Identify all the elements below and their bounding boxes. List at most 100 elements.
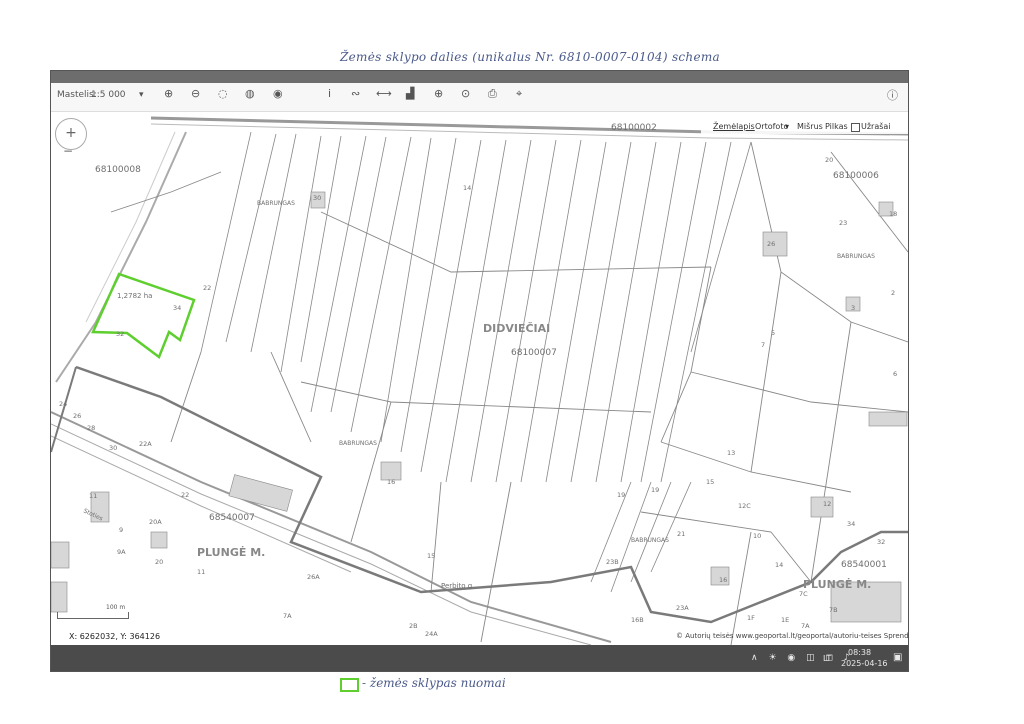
label-68100008: 68100008: [95, 165, 141, 175]
parcel-7A: 7A: [801, 622, 810, 630]
label-68540001: 68540001: [841, 560, 887, 570]
window-top-bar: [51, 71, 908, 83]
parcel-13: 13: [727, 449, 735, 457]
parcel-19b: 19: [651, 486, 659, 494]
label-babrungas-2: BABRUNGAS: [339, 440, 377, 447]
chart-icon[interactable]: ▟: [406, 87, 414, 100]
parcel-18: 18: [889, 210, 897, 218]
copyright-text[interactable]: © Autorių teisės www.geoportal.lt/geopor…: [676, 632, 908, 640]
parcel-7C: 7C: [799, 590, 808, 598]
parcel-1E: 1E: [781, 616, 789, 624]
label-babrungas-4: BABRUNGAS: [631, 537, 669, 544]
print-icon[interactable]: ⊙: [461, 87, 470, 100]
parcel-28: 28: [87, 424, 95, 432]
label-68100002: 68100002: [611, 123, 657, 133]
layer-zemelapis[interactable]: Žemėlapis: [713, 122, 755, 131]
map-toolbar: Mastelis: 1:5 000 ▾ ⊕ ⊖ ◌ ◍ ◉ ⅰ ∾ ⟷ ▟ ⊕ …: [51, 83, 908, 112]
parcel-7B: 7B: [829, 606, 838, 614]
chevron-down-icon[interactable]: ▾: [139, 90, 144, 100]
legend-swatch: [340, 678, 359, 692]
parcel-6: 6: [893, 370, 897, 378]
parcel-12C: 12C: [738, 502, 751, 510]
parcel-32: 32: [116, 330, 124, 338]
scalebar-label: 100 m: [106, 604, 126, 611]
layer-pilkas[interactable]: Pilkas: [825, 122, 848, 131]
parcel-1F: 1F: [747, 614, 755, 622]
clock-time[interactable]: 08:38: [848, 648, 871, 657]
plus-icon[interactable]: ⊕: [434, 87, 443, 100]
parcel-7Ab: 7A: [283, 612, 292, 620]
parcel-11: 11: [89, 492, 97, 500]
zoom-out-control[interactable]: −: [63, 144, 73, 158]
parcel-30b: 30: [109, 444, 117, 452]
scale-select[interactable]: 1:5 000: [91, 90, 126, 100]
parcel-26: 26: [767, 240, 775, 248]
layer-ortofoto[interactable]: Ortofoto: [755, 122, 788, 131]
chevron-down-icon[interactable]: ▾: [785, 122, 789, 131]
clock-date[interactable]: 2025-04-16: [841, 659, 888, 668]
info-icon[interactable]: ⅰ: [328, 87, 331, 100]
notification-icon[interactable]: ▣: [893, 652, 902, 663]
globe-icon[interactable]: ◌: [218, 87, 228, 100]
zoom-out-icon[interactable]: ⊖: [191, 87, 200, 100]
label-didvieciai: DIDVIEČIAI: [483, 322, 550, 335]
layer-switcher: Žemėlapis Ortofoto ▾ Mišrus Pilkas Užraš…: [701, 118, 908, 134]
parcel-21: 21: [677, 530, 685, 538]
link-icon[interactable]: ∾: [351, 87, 360, 100]
printer-icon[interactable]: ⎙: [488, 87, 497, 101]
parcel-34: 34: [173, 304, 181, 312]
parcel-16B: 16B: [631, 616, 644, 624]
label-68100006: 68100006: [833, 171, 879, 181]
parcel-5: 5: [771, 329, 775, 337]
zoom-in-icon[interactable]: ⊕: [164, 87, 173, 100]
taskbar: ∧ ☀ ◉ ◫ ◻ ♪ LT 08:38 2025-04-16 ▣: [51, 645, 908, 671]
cadastral-map: 68100008 68100002 68100006 68100007 6854…: [51, 112, 908, 646]
parcel-34b: 34: [847, 520, 855, 528]
parcel-20A: 20A: [149, 518, 162, 526]
parcel-7: 7: [761, 341, 765, 349]
parcel-22A: 22A: [139, 440, 152, 448]
parcel-15: 15: [706, 478, 714, 486]
label-babrungas-1: BABRUNGAS: [257, 200, 295, 207]
tray-icons[interactable]: ∧ ☀ ◉ ◫ ◻ ♪: [751, 653, 854, 663]
parcel-2B: 2B: [409, 622, 418, 630]
parcel-30: 30: [313, 194, 321, 202]
parcel-9A: 9A: [117, 548, 126, 556]
parcel-15b: 15: [427, 552, 435, 560]
label-plunge-right: PLUNGĖ M.: [803, 577, 871, 591]
coordinate-readout: X: 6262032, Y: 364126: [69, 632, 161, 641]
label-68540007: 68540007: [209, 513, 255, 523]
parcel-20: 20: [825, 156, 833, 164]
parcel-11b: 11: [197, 568, 205, 576]
parcel-24: 24: [59, 400, 67, 408]
parcel-16c: 16: [387, 478, 395, 486]
geoportal-window: Mastelis: 1:5 000 ▾ ⊕ ⊖ ◌ ◍ ◉ ⅰ ∾ ⟷ ▟ ⊕ …: [50, 70, 909, 672]
map-canvas[interactable]: 68100008 68100002 68100006 68100007 6854…: [51, 112, 908, 646]
parcel-14: 14: [463, 184, 471, 192]
parcel-3: 3: [851, 304, 855, 312]
layer-misrus[interactable]: Mišrus: [797, 122, 823, 131]
parcel-2: 2: [891, 289, 895, 297]
layers-icon[interactable]: ◍: [245, 87, 255, 100]
label-plunge-left: PLUNGĖ M.: [197, 545, 265, 559]
parcel-32b: 32: [877, 538, 885, 546]
parcel-19: 19: [617, 491, 625, 499]
scalebar: 100 m: [57, 604, 129, 619]
info-circle-icon[interactable]: ⓘ: [887, 87, 898, 103]
label-68100007: 68100007: [511, 348, 557, 358]
label-perbito-street: Perbito g.: [441, 582, 474, 590]
parcel-23: 23: [839, 219, 847, 227]
parcel-22: 22: [203, 284, 211, 292]
parcel-26A: 26A: [307, 573, 320, 581]
parcel-23B: 23B: [606, 558, 619, 566]
parcel-22b: 22: [181, 491, 189, 499]
uzrasai-checkbox[interactable]: [851, 123, 860, 132]
parcel-14b: 14: [775, 561, 783, 569]
parcel-12: 12: [823, 500, 831, 508]
crosshair-icon[interactable]: ⌖: [516, 87, 522, 101]
parcel-26b: 26: [73, 412, 81, 420]
language-indicator[interactable]: LT: [823, 654, 831, 663]
measure-icon[interactable]: ⟷: [376, 87, 392, 100]
layer-uzrasai[interactable]: Užrašai: [861, 122, 891, 131]
target-icon[interactable]: ◉: [273, 87, 283, 100]
